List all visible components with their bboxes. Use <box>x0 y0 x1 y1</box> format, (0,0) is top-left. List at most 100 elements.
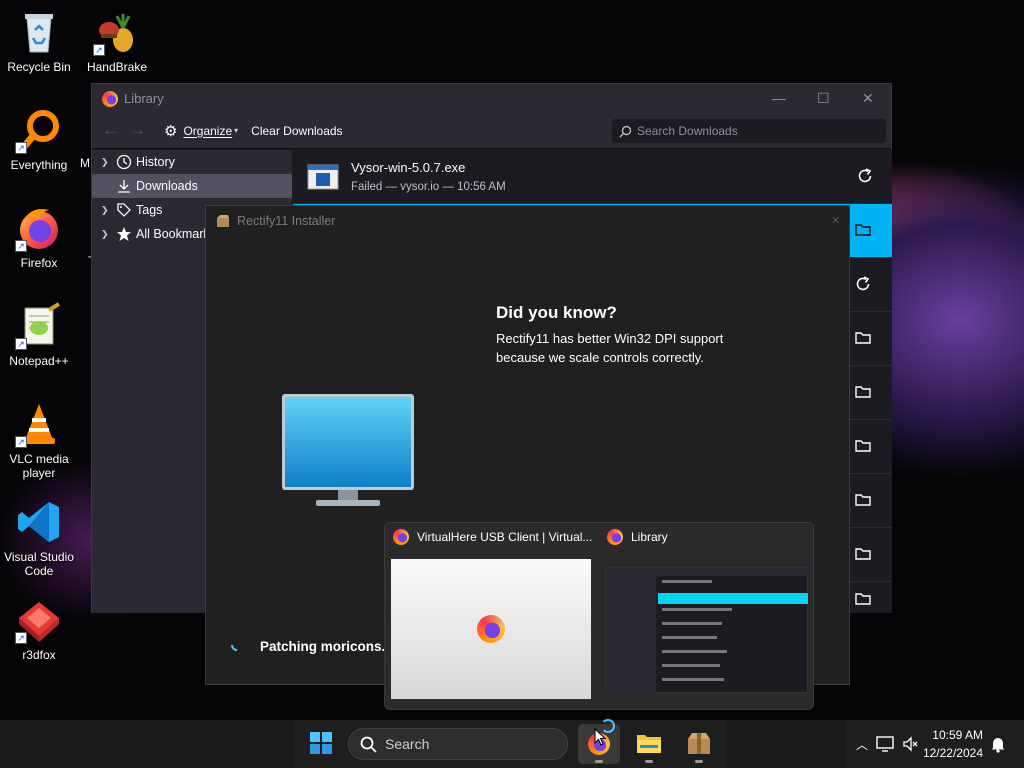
desktop-icon-vlc[interactable]: ↗ VLC media player <box>0 400 78 480</box>
chevron-right-icon[interactable]: ❯ <box>101 150 109 174</box>
desktop-icon-label: VLC media player <box>9 452 69 480</box>
running-indicator <box>645 760 653 763</box>
chevron-right-icon[interactable]: ❯ <box>101 198 109 222</box>
shortcut-arrow-icon: ↗ <box>15 436 27 448</box>
mini-row <box>662 608 732 611</box>
firefox-icon <box>607 529 623 545</box>
close-icon[interactable]: ✕ <box>831 214 840 227</box>
executable-file-icon <box>307 164 339 190</box>
volume-muted-icon[interactable] <box>902 736 918 752</box>
vscode-icon <box>15 498 63 546</box>
chevron-right-icon[interactable]: ❯ <box>101 222 109 246</box>
search-placeholder: Search Downloads <box>637 124 738 138</box>
desktop-icon-label: Notepad++ <box>9 354 69 368</box>
mini-row <box>662 664 720 667</box>
search-icon <box>619 125 632 138</box>
sidebar-item-label: Downloads <box>136 179 198 193</box>
desktop-icon-firefox[interactable]: ↗ Firefox <box>0 204 78 270</box>
forward-arrow-icon[interactable]: → <box>130 122 146 140</box>
back-arrow-icon[interactable]: ← <box>102 122 118 140</box>
download-filename: Vysor-win-5.0.7.exe <box>351 160 466 175</box>
clock-time[interactable]: 10:59 AM <box>920 728 983 742</box>
shortcut-arrow-icon: ↗ <box>15 142 27 154</box>
desktop-icon-label: r3dfox <box>22 648 56 662</box>
vlc-icon: ↗ <box>15 400 63 448</box>
network-icon[interactable] <box>876 736 894 752</box>
desktop-icon-recycle-bin[interactable]: Recycle Bin <box>0 8 78 74</box>
taskbar-search-box[interactable]: Search <box>348 728 568 760</box>
progress-status: Patching moricons.d <box>260 639 388 654</box>
folder-icon[interactable] <box>854 383 872 401</box>
sidebar-item-history[interactable]: ❯ History <box>92 150 292 174</box>
retry-icon[interactable] <box>856 167 874 185</box>
desktop-icon-vscode[interactable]: Visual Studio Code <box>0 498 78 578</box>
spinner-icon <box>231 644 238 651</box>
chevron-down-icon: ▾ <box>234 126 239 135</box>
installer-package-icon[interactable] <box>686 731 712 755</box>
clear-downloads-button[interactable]: Clear Downloads <box>251 124 342 138</box>
everything-icon: ↗ <box>15 106 63 154</box>
thumbnail-preview-library[interactable] <box>605 567 809 694</box>
shortcut-arrow-icon: ↗ <box>15 632 27 644</box>
clock-icon <box>116 154 132 170</box>
maximize-icon[interactable]: ☐ <box>817 90 830 107</box>
desktop-icon-notepadpp[interactable]: ↗ Notepad++ <box>0 302 78 368</box>
taskbar-thumbnail-flyout: VirtualHere USB Client | Virtual... Libr… <box>384 522 814 710</box>
folder-icon[interactable] <box>854 590 872 608</box>
thumbnail-tab-library[interactable]: Library <box>607 529 668 545</box>
tip-body: Rectify11 has better Win32 DPI support b… <box>496 331 724 365</box>
notepadpp-icon: ↗ <box>15 302 63 350</box>
minimize-icon[interactable]: — <box>772 90 786 106</box>
close-icon[interactable]: ✕ <box>862 90 874 107</box>
firefox-icon <box>102 90 118 107</box>
sidebar-item-label: All Bookmarks <box>136 227 216 241</box>
mini-selected-row <box>658 593 808 604</box>
library-titlebar[interactable]: Library — ☐ ✕ <box>92 84 891 113</box>
notification-bell-icon[interactable] <box>990 736 1006 753</box>
thumbnail-tab-virtualhere[interactable]: VirtualHere USB Client | Virtual... <box>393 529 592 545</box>
file-explorer-icon[interactable] <box>636 732 662 754</box>
list-item[interactable]: Vysor-win-5.0.7.exe Failed — vysor.io — … <box>293 150 892 204</box>
rectify-titlebar[interactable]: Rectify11 Installer ✕ <box>206 206 849 236</box>
folder-icon[interactable] <box>854 329 872 347</box>
firefox-icon <box>393 529 409 545</box>
desktop-icon-everything[interactable]: ↗ Everything <box>0 106 78 172</box>
shortcut-arrow-icon: ↗ <box>15 240 27 252</box>
folder-icon[interactable] <box>854 221 872 239</box>
clock-date[interactable]: 12/22/2024 <box>920 746 983 760</box>
start-button[interactable] <box>310 732 332 754</box>
running-indicator <box>595 760 603 763</box>
installer-package-icon <box>217 215 229 227</box>
handbrake-icon: ↗ <box>93 8 141 56</box>
folder-icon[interactable] <box>854 437 872 455</box>
firefox-icon <box>477 615 505 643</box>
mouse-cursor-icon <box>594 728 606 746</box>
thumbnail-title: Library <box>631 530 668 544</box>
mini-toolbar <box>606 568 809 576</box>
sidebar-item-label: Tags <box>136 203 163 217</box>
desktop-icon-label: Everything <box>10 158 68 172</box>
star-icon <box>117 227 131 241</box>
recycle-bin-icon <box>15 8 63 56</box>
desktop-icon-r3dfox[interactable]: ↗ r3dfox <box>0 596 78 662</box>
partial-desktop-label: M <box>80 156 90 170</box>
mini-row <box>662 622 722 625</box>
organize-button[interactable]: Organize <box>183 124 232 138</box>
folder-icon[interactable] <box>854 545 872 563</box>
desktop-icon-handbrake[interactable]: ↗ HandBrake <box>78 8 156 74</box>
mini-row <box>662 678 724 681</box>
folder-icon[interactable] <box>854 491 872 509</box>
search-label: Search <box>385 736 430 752</box>
search-downloads-input[interactable]: Search Downloads <box>612 119 886 143</box>
mini-row <box>662 636 717 639</box>
sidebar-item-downloads[interactable]: Downloads <box>92 174 292 198</box>
download-status: Failed — vysor.io — 10:56 AM <box>351 181 506 193</box>
retry-icon[interactable] <box>854 275 872 293</box>
window-title: Library <box>124 91 164 106</box>
search-icon <box>360 736 377 753</box>
thumbnail-preview-virtualhere[interactable] <box>391 559 591 699</box>
chevron-up-icon[interactable]: ︿ <box>856 736 868 753</box>
running-indicator <box>695 760 703 763</box>
tip-heading: Did you know? <box>496 303 617 322</box>
thumbnail-title: VirtualHere USB Client | Virtual... <box>417 530 593 544</box>
